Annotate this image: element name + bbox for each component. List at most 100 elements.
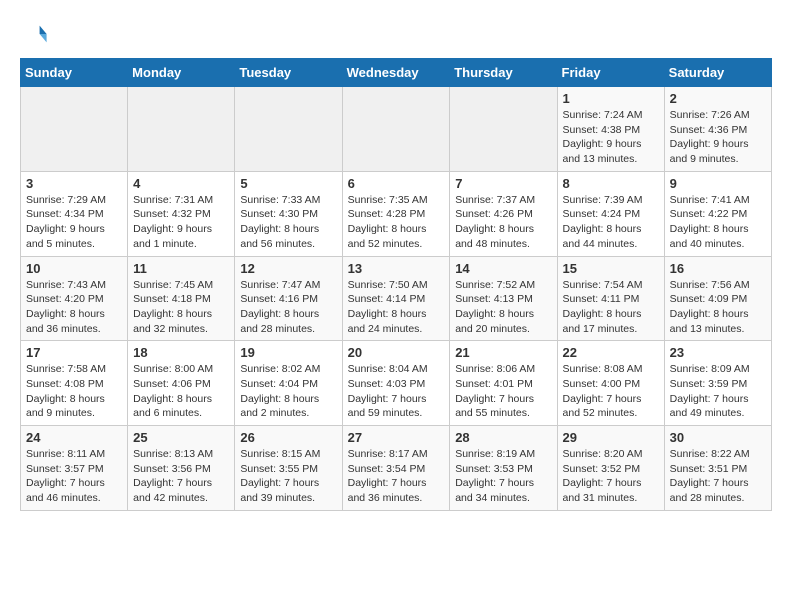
day-number: 7 [455, 176, 551, 191]
day-info: Sunrise: 8:20 AM Sunset: 3:52 PM Dayligh… [563, 447, 659, 506]
day-of-week-header: Saturday [664, 59, 771, 87]
day-number: 19 [240, 345, 336, 360]
day-number: 12 [240, 261, 336, 276]
calendar-cell: 23 Sunrise: 8:09 AM Sunset: 3:59 PM Dayli… [664, 341, 771, 426]
calendar-cell [21, 87, 128, 172]
day-number: 16 [670, 261, 766, 276]
day-number: 17 [26, 345, 122, 360]
day-number: 1 [563, 91, 659, 106]
calendar-cell [235, 87, 342, 172]
calendar-cell: 28Sunrise: 8:19 AM Sunset: 3:53 PM Dayli… [450, 426, 557, 511]
day-number: 21 [455, 345, 551, 360]
calendar-cell: 8 Sunrise: 7:39 AM Sunset: 4:24 PM Daylig… [557, 171, 664, 256]
day-number: 9 [670, 176, 766, 191]
day-of-week-header: Monday [128, 59, 235, 87]
day-number: 14 [455, 261, 551, 276]
calendar-table: SundayMondayTuesdayWednesdayThursdayFrid… [20, 58, 772, 511]
day-number: 20 [348, 345, 445, 360]
day-number: 15 [563, 261, 659, 276]
calendar-cell: 17 Sunrise: 7:58 AM Sunset: 4:08 PM Dayli… [21, 341, 128, 426]
day-info: Sunrise: 7:45 AM Sunset: 4:18 PM Dayligh… [133, 278, 229, 337]
day-number: 13 [348, 261, 445, 276]
calendar-cell: 12Sunrise: 7:47 AM Sunset: 4:16 PM Dayli… [235, 256, 342, 341]
calendar-cell [128, 87, 235, 172]
calendar-week-row: 10Sunrise: 7:43 AM Sunset: 4:20 PM Dayli… [21, 256, 772, 341]
day-info: Sunrise: 7:26 AM Sunset: 4:36 PM Dayligh… [670, 108, 766, 167]
logo [20, 20, 52, 48]
day-number: 6 [348, 176, 445, 191]
day-info: Sunrise: 8:00 AM Sunset: 4:06 PM Dayligh… [133, 362, 229, 421]
calendar-cell: 25 Sunrise: 8:13 AM Sunset: 3:56 PM Dayli… [128, 426, 235, 511]
calendar-cell: 21 Sunrise: 8:06 AM Sunset: 4:01 PM Dayli… [450, 341, 557, 426]
calendar-cell: 1Sunrise: 7:24 AM Sunset: 4:38 PM Daylig… [557, 87, 664, 172]
day-info: Sunrise: 8:13 AM Sunset: 3:56 PM Dayligh… [133, 447, 229, 506]
day-info: Sunrise: 8:11 AM Sunset: 3:57 PM Dayligh… [26, 447, 122, 506]
calendar-cell: 11 Sunrise: 7:45 AM Sunset: 4:18 PM Dayli… [128, 256, 235, 341]
calendar-cell: 18 Sunrise: 8:00 AM Sunset: 4:06 PM Dayli… [128, 341, 235, 426]
day-info: Sunrise: 8:15 AM Sunset: 3:55 PM Dayligh… [240, 447, 336, 506]
day-info: Sunrise: 7:52 AM Sunset: 4:13 PM Dayligh… [455, 278, 551, 337]
day-number: 27 [348, 430, 445, 445]
day-number: 5 [240, 176, 336, 191]
calendar-cell: 19 Sunrise: 8:02 AM Sunset: 4:04 PM Dayli… [235, 341, 342, 426]
day-number: 10 [26, 261, 122, 276]
day-info: Sunrise: 7:29 AM Sunset: 4:34 PM Dayligh… [26, 193, 122, 252]
day-info: Sunrise: 8:02 AM Sunset: 4:04 PM Dayligh… [240, 362, 336, 421]
calendar-cell [450, 87, 557, 172]
day-info: Sunrise: 7:35 AM Sunset: 4:28 PM Dayligh… [348, 193, 445, 252]
day-of-week-header: Friday [557, 59, 664, 87]
day-of-week-header: Tuesday [235, 59, 342, 87]
calendar-cell: 3 Sunrise: 7:29 AM Sunset: 4:34 PM Daylig… [21, 171, 128, 256]
calendar-cell: 26 Sunrise: 8:15 AM Sunset: 3:55 PM Dayli… [235, 426, 342, 511]
day-info: Sunrise: 8:09 AM Sunset: 3:59 PM Dayligh… [670, 362, 766, 421]
calendar-cell: 13Sunrise: 7:50 AM Sunset: 4:14 PM Dayli… [342, 256, 450, 341]
calendar-cell: 4 Sunrise: 7:31 AM Sunset: 4:32 PM Daylig… [128, 171, 235, 256]
day-number: 4 [133, 176, 229, 191]
day-info: Sunrise: 7:31 AM Sunset: 4:32 PM Dayligh… [133, 193, 229, 252]
day-number: 11 [133, 261, 229, 276]
calendar-cell: 16 Sunrise: 7:56 AM Sunset: 4:09 PM Dayli… [664, 256, 771, 341]
day-number: 29 [563, 430, 659, 445]
day-number: 30 [670, 430, 766, 445]
day-info: Sunrise: 7:41 AM Sunset: 4:22 PM Dayligh… [670, 193, 766, 252]
day-info: Sunrise: 8:04 AM Sunset: 4:03 PM Dayligh… [348, 362, 445, 421]
day-of-week-header: Thursday [450, 59, 557, 87]
day-number: 26 [240, 430, 336, 445]
day-number: 23 [670, 345, 766, 360]
day-info: Sunrise: 7:39 AM Sunset: 4:24 PM Dayligh… [563, 193, 659, 252]
day-info: Sunrise: 8:19 AM Sunset: 3:53 PM Dayligh… [455, 447, 551, 506]
day-info: Sunrise: 7:37 AM Sunset: 4:26 PM Dayligh… [455, 193, 551, 252]
day-number: 8 [563, 176, 659, 191]
day-info: Sunrise: 8:06 AM Sunset: 4:01 PM Dayligh… [455, 362, 551, 421]
calendar-cell: 24 Sunrise: 8:11 AM Sunset: 3:57 PM Dayli… [21, 426, 128, 511]
day-number: 3 [26, 176, 122, 191]
calendar-week-row: 3 Sunrise: 7:29 AM Sunset: 4:34 PM Daylig… [21, 171, 772, 256]
calendar-cell: 27Sunrise: 8:17 AM Sunset: 3:54 PM Dayli… [342, 426, 450, 511]
calendar-cell: 2 Sunrise: 7:26 AM Sunset: 4:36 PM Daylig… [664, 87, 771, 172]
logo-icon [20, 20, 48, 48]
calendar-cell: 15 Sunrise: 7:54 AM Sunset: 4:11 PM Dayli… [557, 256, 664, 341]
day-of-week-header: Wednesday [342, 59, 450, 87]
calendar-cell [342, 87, 450, 172]
day-number: 24 [26, 430, 122, 445]
day-number: 22 [563, 345, 659, 360]
calendar-header-row: SundayMondayTuesdayWednesdayThursdayFrid… [21, 59, 772, 87]
calendar-cell: 22 Sunrise: 8:08 AM Sunset: 4:00 PM Dayli… [557, 341, 664, 426]
day-number: 25 [133, 430, 229, 445]
calendar-cell: 10Sunrise: 7:43 AM Sunset: 4:20 PM Dayli… [21, 256, 128, 341]
calendar-week-row: 1Sunrise: 7:24 AM Sunset: 4:38 PM Daylig… [21, 87, 772, 172]
calendar-cell: 5 Sunrise: 7:33 AM Sunset: 4:30 PM Daylig… [235, 171, 342, 256]
calendar-cell: 7 Sunrise: 7:37 AM Sunset: 4:26 PM Daylig… [450, 171, 557, 256]
day-info: Sunrise: 7:54 AM Sunset: 4:11 PM Dayligh… [563, 278, 659, 337]
day-number: 2 [670, 91, 766, 106]
day-info: Sunrise: 7:58 AM Sunset: 4:08 PM Dayligh… [26, 362, 122, 421]
day-number: 18 [133, 345, 229, 360]
day-info: Sunrise: 8:08 AM Sunset: 4:00 PM Dayligh… [563, 362, 659, 421]
calendar-cell: 30 Sunrise: 8:22 AM Sunset: 3:51 PM Dayli… [664, 426, 771, 511]
calendar-cell: 9 Sunrise: 7:41 AM Sunset: 4:22 PM Daylig… [664, 171, 771, 256]
day-info: Sunrise: 7:33 AM Sunset: 4:30 PM Dayligh… [240, 193, 336, 252]
day-info: Sunrise: 7:56 AM Sunset: 4:09 PM Dayligh… [670, 278, 766, 337]
day-of-week-header: Sunday [21, 59, 128, 87]
calendar-week-row: 24 Sunrise: 8:11 AM Sunset: 3:57 PM Dayli… [21, 426, 772, 511]
day-info: Sunrise: 8:22 AM Sunset: 3:51 PM Dayligh… [670, 447, 766, 506]
